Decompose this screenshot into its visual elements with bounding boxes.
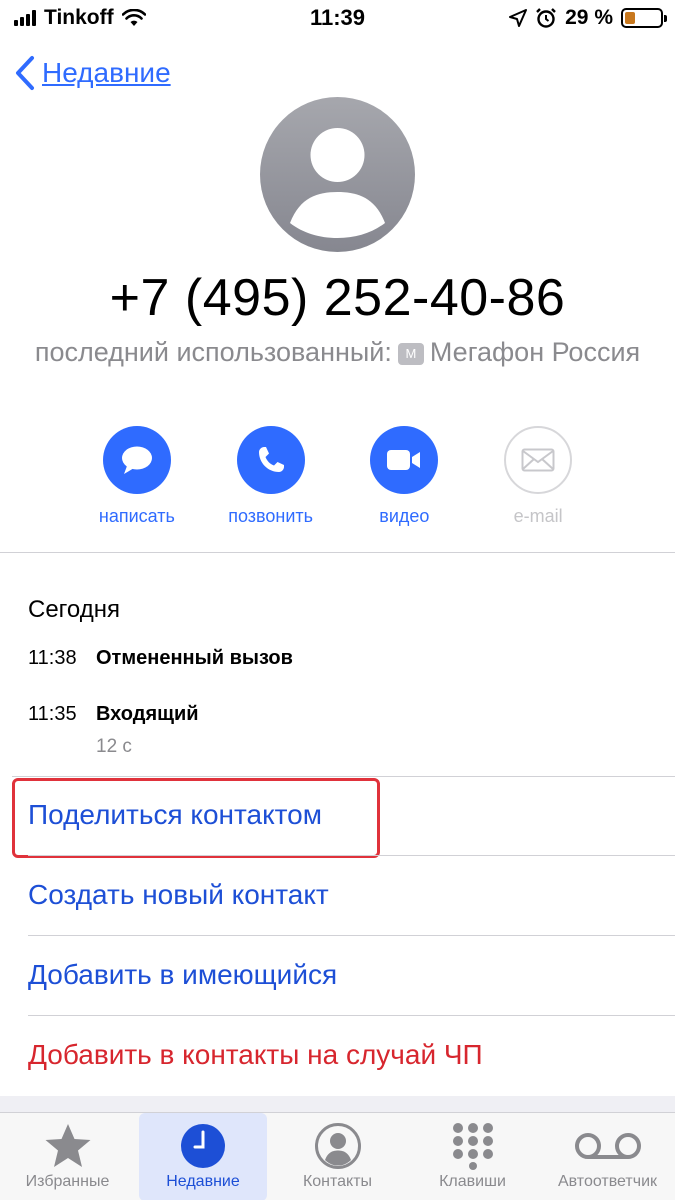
video-label: видео <box>379 506 430 526</box>
divider <box>28 1015 675 1016</box>
divider <box>0 552 675 553</box>
last-used-prefix: последний использованный: <box>34 337 392 367</box>
message-icon <box>121 446 152 474</box>
add-to-existing-button[interactable]: Добавить в имеющийся <box>28 959 337 991</box>
contact-actions: написать позвонить видео e-mail <box>70 426 605 527</box>
tab-voicemail[interactable]: Автоответчик <box>540 1113 675 1200</box>
call-time: 11:38 <box>28 647 77 669</box>
share-contact-button[interactable]: Поделиться контактом <box>28 799 322 831</box>
voicemail-icon <box>574 1133 641 1159</box>
status-bar: Tinkoff 11:39 29 % <box>0 0 675 40</box>
divider <box>28 935 675 936</box>
contact-phone-number: +7 (495) 252-40-86 <box>109 269 566 327</box>
tab-contacts[interactable]: Контакты <box>270 1113 405 1200</box>
last-used-carrier: Мегафон Россия <box>429 337 641 367</box>
keypad-icon <box>452 1123 493 1170</box>
battery-level <box>625 12 635 24</box>
create-contact-button[interactable]: Создать новый контакт <box>28 879 329 911</box>
call-type: Входящий <box>96 703 199 725</box>
location-icon <box>509 9 528 27</box>
tab-keypad[interactable]: Клавиши <box>405 1113 540 1200</box>
person-placeholder-icon <box>260 97 415 252</box>
contacts-icon <box>314 1123 361 1169</box>
battery-percent: 29 % <box>565 6 613 29</box>
call-time: 11:35 <box>28 703 77 725</box>
call-button[interactable]: позвонить <box>204 426 338 527</box>
tab-label: Клавиши <box>439 1173 506 1190</box>
video-icon <box>387 450 421 470</box>
message-label: написать <box>98 506 175 526</box>
phone-icon <box>258 447 284 472</box>
call-history-row: 11:38 Отмененный вызов <box>28 647 293 670</box>
status-right: 29 % <box>509 6 667 30</box>
tab-bar: Избранные Недавние Контакты Клавиши Авто… <box>0 1112 675 1200</box>
divider <box>28 855 675 856</box>
star-icon <box>45 1124 90 1167</box>
video-button[interactable]: видео <box>338 426 472 527</box>
tab-label: Недавние <box>166 1173 240 1190</box>
tab-favorites[interactable]: Избранные <box>0 1113 135 1200</box>
divider <box>12 776 675 777</box>
message-button[interactable]: написать <box>70 426 204 527</box>
call-duration: 12 с <box>96 736 132 757</box>
mail-icon <box>521 448 555 472</box>
alarm-icon <box>536 8 556 28</box>
history-title: Сегодня <box>28 596 120 623</box>
tab-label: Автоответчик <box>557 1173 658 1190</box>
tab-label: Контакты <box>302 1173 373 1190</box>
contact-avatar <box>260 97 415 252</box>
email-button[interactable]: e-mail <box>471 426 605 527</box>
last-used-line: последний использованный: M Мегафон Россия <box>30 333 645 371</box>
chevron-left-icon <box>16 56 34 90</box>
back-button[interactable]: Недавние <box>14 55 171 91</box>
section-gap <box>0 1096 675 1112</box>
call-label: позвонить <box>228 506 314 526</box>
add-emergency-contact-button[interactable]: Добавить в контакты на случай ЧП <box>28 1039 483 1071</box>
email-label: e-mail <box>513 506 563 526</box>
back-label: Недавние <box>42 57 171 88</box>
tab-label: Избранные <box>25 1173 110 1190</box>
tab-recents[interactable]: Недавние <box>139 1113 267 1200</box>
battery-icon <box>621 8 667 28</box>
call-type: Отмененный вызов <box>96 647 293 669</box>
sim-badge: M <box>397 343 424 365</box>
call-history-row: 11:35 Входящий <box>28 703 199 726</box>
clock-icon <box>181 1124 225 1168</box>
